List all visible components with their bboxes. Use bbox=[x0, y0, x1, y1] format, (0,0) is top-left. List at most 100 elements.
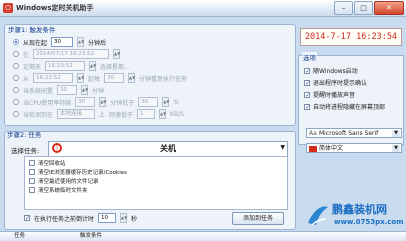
trigger-at-datetime-input[interactable]: 2014/07/17 16:23:52 bbox=[33, 49, 110, 59]
spinner-icon[interactable]: ▲▼ bbox=[159, 109, 166, 119]
bird-logo-icon bbox=[308, 206, 328, 226]
countdown-unit: 秒 bbox=[131, 215, 138, 223]
checkbox-icon[interactable]: ✓ bbox=[304, 91, 310, 98]
trigger-from-day-interval-input[interactable]: 30 bbox=[104, 73, 125, 83]
watermark: 鹏鑫装机网 www.0753px.com bbox=[306, 201, 406, 231]
countdown-label: 在执行任务之前倒计时 bbox=[34, 215, 95, 223]
task-select-label: 选择任务: bbox=[11, 147, 40, 155]
option-label: 提醒时播放声音 bbox=[313, 92, 356, 99]
trigger-net-mid: 上 bbox=[99, 111, 106, 119]
watermark-url: www.0753px.com bbox=[334, 218, 404, 226]
task-subitem[interactable]: 清空回收站 bbox=[29, 159, 66, 167]
window-controls: – □ ✕ bbox=[334, 1, 404, 15]
task-subitem[interactable]: 清空系统临时文件夹 bbox=[29, 186, 88, 194]
spinner-icon[interactable]: ▲▼ bbox=[113, 49, 120, 59]
option-exit-confirm[interactable]: ✓ 退出程序时提示确认 bbox=[304, 78, 367, 87]
trigger-from-day-label: 从 bbox=[23, 75, 30, 83]
trigger-net-unit: KB/S bbox=[170, 110, 184, 118]
spinner-icon[interactable]: ▲▼ bbox=[162, 97, 169, 107]
language-select-value: 简体中文 bbox=[319, 145, 344, 152]
trigger-from-now-input[interactable]: 30 bbox=[51, 37, 74, 47]
trigger-weekly-radio[interactable] bbox=[13, 63, 19, 69]
trigger-idle-row: 当系统闲置 30 ▲▼ 分钟 bbox=[13, 85, 104, 95]
option-hide-top[interactable]: ✓ 自动将进程隐藏在屏幕顶部 bbox=[304, 102, 385, 111]
checkbox-icon[interactable] bbox=[29, 169, 35, 175]
task-subitem-label: 清空最近使用的文件记录 bbox=[38, 179, 99, 185]
spinner-icon[interactable]: ▲▼ bbox=[120, 213, 127, 223]
spinner-icon[interactable]: ▲▼ bbox=[128, 73, 135, 83]
countdown-row: ✓ 在执行任务之前倒计时 10 ▲▼ 秒 bbox=[24, 213, 137, 223]
checkbox-icon[interactable]: ✓ bbox=[304, 79, 310, 86]
trigger-weekly-select-link[interactable]: 选择星期... bbox=[100, 62, 130, 71]
trigger-from-day-radio[interactable] bbox=[13, 75, 19, 81]
task-subitem-label: 清空回收站 bbox=[38, 161, 66, 167]
chevron-down-icon: ▼ bbox=[392, 145, 400, 152]
option-label: 自动将进程隐藏在屏幕顶部 bbox=[313, 104, 386, 111]
spinner-icon[interactable]: ▲▼ bbox=[81, 85, 88, 95]
trigger-net-speed-input[interactable]: 1 bbox=[137, 109, 156, 119]
trigger-net-adapter-dropdown[interactable]: 本地连接 bbox=[57, 109, 96, 119]
trigger-cpu-label: 当CPU使用率持续 bbox=[23, 99, 72, 107]
close-button[interactable]: ✕ bbox=[374, 1, 404, 15]
option-startup[interactable]: ✓ 随Windows启动 bbox=[304, 66, 358, 75]
trigger-from-now-radio[interactable] bbox=[13, 39, 19, 45]
option-sound[interactable]: ✓ 提醒时播放声音 bbox=[304, 90, 355, 99]
checkbox-icon[interactable] bbox=[29, 178, 35, 184]
trigger-weekly-label: 定期天 bbox=[23, 63, 42, 71]
option-label: 退出程序时提示确认 bbox=[313, 80, 368, 87]
window-title: Windows定时关机助手 bbox=[16, 4, 94, 12]
countdown-input[interactable]: 10 bbox=[98, 213, 117, 223]
flag-cn-icon bbox=[309, 146, 317, 152]
spinner-icon[interactable]: ▲▼ bbox=[77, 37, 84, 47]
task-subitem[interactable]: 清空最近使用的文件记录 bbox=[29, 177, 99, 185]
maximize-button[interactable]: □ bbox=[354, 1, 373, 15]
trigger-net-row: 当检测到在 本地连接 上 网速低于 1 ▲▼ KB/S bbox=[13, 109, 184, 119]
trigger-at-radio[interactable] bbox=[13, 51, 19, 57]
option-label: 随Windows启动 bbox=[313, 68, 358, 75]
trigger-from-day-suffix: 分钟重复执行任务 bbox=[139, 75, 188, 83]
watermark-brand: 鹏鑫装机网 bbox=[332, 203, 387, 216]
spinner-icon[interactable]: ▲▼ bbox=[99, 97, 106, 107]
trigger-from-day-time-input[interactable]: 16:23:52 bbox=[33, 73, 74, 83]
task-subitem-label: 清空IE浏览器缓存历史记录/Cookies bbox=[38, 170, 127, 176]
trigger-idle-input[interactable]: 30 bbox=[57, 85, 78, 95]
options-title: 选项 bbox=[302, 52, 317, 62]
trigger-cpu-minutes-input[interactable]: 30 bbox=[75, 97, 96, 107]
spinner-icon[interactable]: ▲▼ bbox=[89, 61, 96, 71]
trigger-from-now-label: 从现在起 bbox=[23, 39, 48, 47]
task-subitem-label: 清空系统临时文件夹 bbox=[38, 188, 88, 194]
checkbox-icon[interactable]: ✓ bbox=[24, 215, 30, 222]
task-subitem[interactable]: 清空IE浏览器缓存历史记录/Cookies bbox=[29, 168, 127, 176]
task-subitems-list: 清空回收站 清空IE浏览器缓存历史记录/Cookies 清空最近使用的文件记录 … bbox=[24, 156, 288, 210]
trigger-from-now-row: 从现在起 30 ▲▼ 分钟后 bbox=[13, 37, 106, 47]
spinner-icon[interactable]: ▲▼ bbox=[77, 73, 84, 83]
language-select[interactable]: 简体中文 ▼ bbox=[306, 143, 402, 153]
checkbox-icon[interactable] bbox=[29, 160, 35, 166]
trigger-weekly-time-input[interactable]: 16:23:52 bbox=[45, 61, 86, 71]
app-icon: ⏻ bbox=[3, 3, 13, 13]
trigger-cpu-radio[interactable] bbox=[13, 99, 19, 105]
trigger-cpu-unit: % bbox=[173, 98, 179, 106]
trigger-net-label: 当检测到在 bbox=[23, 111, 54, 119]
task-select[interactable]: | 关机 ▼ bbox=[48, 141, 288, 157]
minimize-button[interactable]: – bbox=[334, 1, 353, 15]
trigger-at-label: 在 bbox=[23, 51, 30, 59]
checkbox-icon[interactable]: ✓ bbox=[304, 103, 310, 110]
trigger-net-radio[interactable] bbox=[13, 111, 19, 117]
trigger-idle-unit: 分钟 bbox=[92, 87, 105, 95]
font-select-value: Microsoft Sans Serif bbox=[319, 130, 379, 137]
trigger-group: 步骤1: 触发条件 从现在起 30 ▲▼ 分钟后 在 2014/07/17 16… bbox=[4, 24, 296, 126]
checkbox-icon[interactable]: ✓ bbox=[304, 67, 310, 74]
chevron-down-icon: ▼ bbox=[280, 144, 285, 151]
trigger-at-row: 在 2014/07/17 16:23:52 ▲▼ bbox=[13, 49, 120, 59]
trigger-idle-label: 当系统闲置 bbox=[23, 87, 54, 95]
task-select-value: 关机 bbox=[160, 144, 176, 153]
trigger-cpu-percent-input[interactable]: 30 bbox=[138, 97, 159, 107]
trigger-from-day-mid: 起每 bbox=[88, 75, 101, 83]
add-task-button[interactable]: 添加到任务 bbox=[232, 212, 284, 225]
font-select[interactable]: Aa Microsoft Sans Serif ▼ bbox=[306, 128, 402, 138]
trigger-idle-radio[interactable] bbox=[13, 87, 19, 93]
trigger-cpu-mid: 分钟低于 bbox=[110, 99, 135, 107]
checkbox-icon[interactable] bbox=[29, 187, 35, 193]
trigger-cpu-row: 当CPU使用率持续 30 ▲▼ 分钟低于 30 ▲▼ % bbox=[13, 97, 179, 107]
